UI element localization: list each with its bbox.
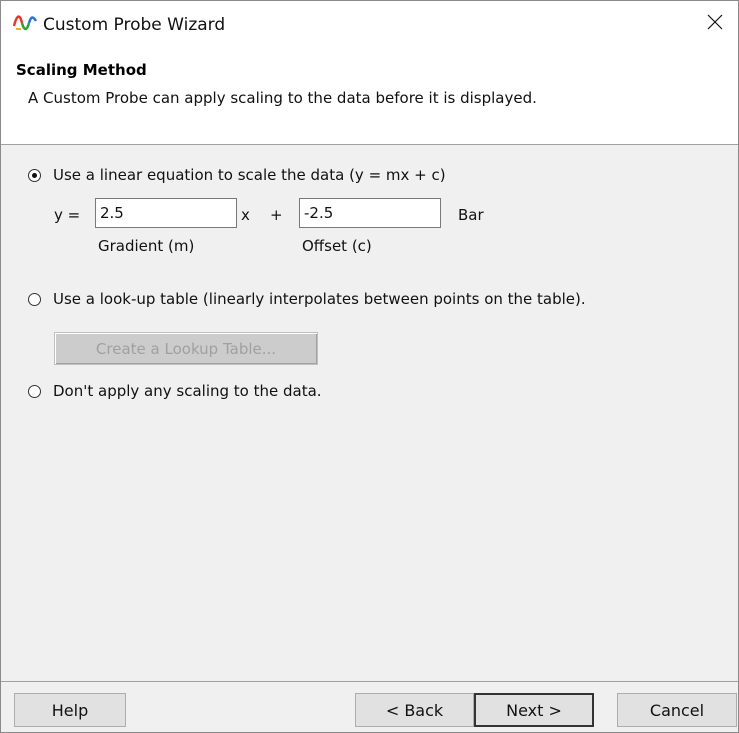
gradient-label: Gradient (m) <box>98 237 195 255</box>
linear-equation-label: Use a linear equation to scale the data … <box>53 166 446 184</box>
lookup-table-radio[interactable] <box>28 292 41 306</box>
next-button[interactable]: Next > <box>474 693 594 727</box>
back-button[interactable]: < Back <box>355 693 474 727</box>
unit-label: Bar <box>458 206 484 224</box>
plus-symbol: + <box>270 206 283 224</box>
lookup-table-label: Use a look-up table (linearly interpolat… <box>53 290 586 308</box>
page-title: Scaling Method <box>16 61 147 79</box>
title-bar: Custom Probe Wizard <box>1 1 738 49</box>
wizard-content: Use a linear equation to scale the data … <box>1 145 738 681</box>
linear-equation-option[interactable]: Use a linear equation to scale the data … <box>28 166 446 184</box>
custom-probe-wizard-dialog: Custom Probe Wizard Scaling Method A Cus… <box>0 0 739 733</box>
page-description: A Custom Probe can apply scaling to the … <box>28 89 537 107</box>
footer-divider <box>1 681 738 682</box>
cancel-button[interactable]: Cancel <box>617 693 737 727</box>
offset-label: Offset (c) <box>302 237 372 255</box>
no-scaling-label: Don't apply any scaling to the data. <box>53 382 322 400</box>
no-scaling-option[interactable]: Don't apply any scaling to the data. <box>28 382 322 400</box>
linear-equation-radio[interactable] <box>28 168 41 182</box>
lookup-table-option[interactable]: Use a look-up table (linearly interpolat… <box>28 290 586 308</box>
equation-prefix: y = <box>54 206 81 224</box>
close-icon <box>707 14 723 34</box>
wizard-header: Scaling Method A Custom Probe can apply … <box>1 49 738 145</box>
waveform-app-icon <box>12 11 38 35</box>
offset-input[interactable] <box>299 198 441 228</box>
help-button[interactable]: Help <box>14 693 126 727</box>
multiply-symbol: x <box>241 206 250 224</box>
window-title: Custom Probe Wizard <box>43 15 226 35</box>
create-lookup-table-button: Create a Lookup Table... <box>54 332 318 365</box>
close-button[interactable] <box>692 1 738 47</box>
no-scaling-radio[interactable] <box>28 384 41 398</box>
gradient-input[interactable] <box>95 198 237 228</box>
